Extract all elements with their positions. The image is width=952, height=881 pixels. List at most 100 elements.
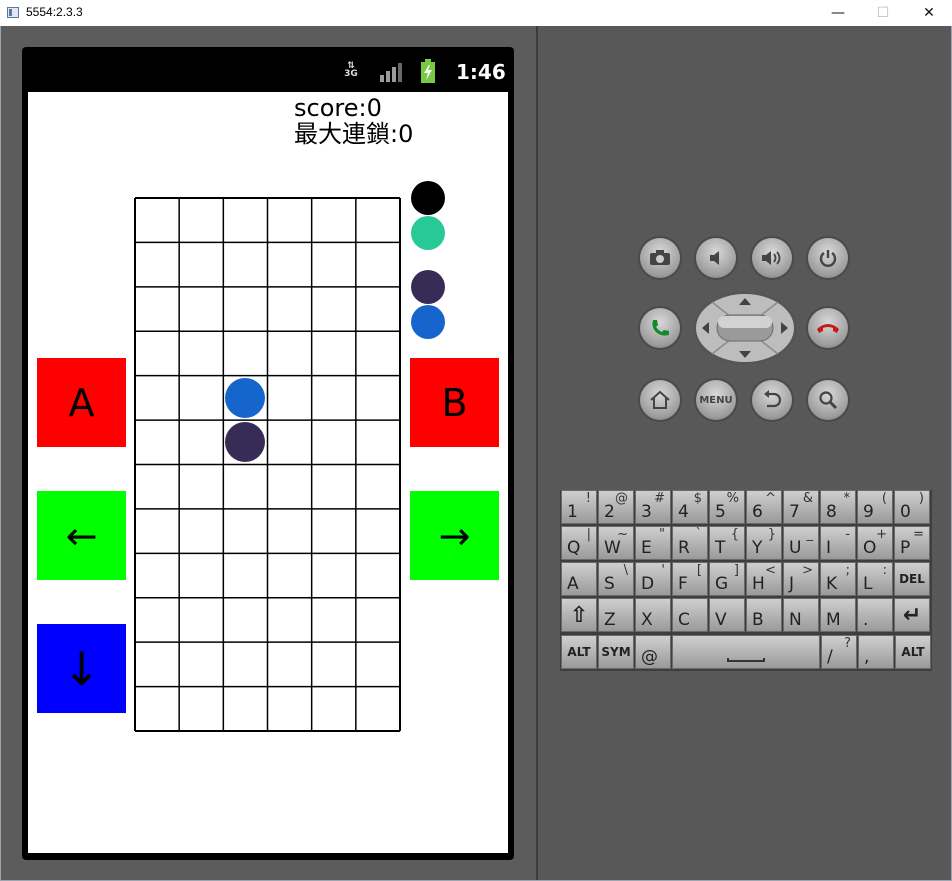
key-label: D: [641, 574, 655, 594]
key-label: A: [567, 574, 579, 594]
key-w[interactable]: W ~: [598, 526, 634, 560]
key-o[interactable]: O +: [857, 526, 893, 560]
key-label: M: [826, 610, 841, 630]
key-i[interactable]: I-: [820, 526, 856, 560]
key-8[interactable]: 8 *: [820, 490, 856, 524]
network-3g-icon: ⇅ 3G: [344, 61, 358, 79]
power-button[interactable]: [808, 238, 848, 278]
key-label: O: [863, 538, 877, 558]
left-arrow-icon: ←: [65, 513, 98, 558]
key-comma[interactable]: ,: [858, 635, 894, 669]
key-0[interactable]: 0): [894, 490, 930, 524]
minimize-button[interactable]: —: [815, 0, 861, 26]
key-symbol: #: [654, 491, 665, 506]
a-button[interactable]: A: [37, 358, 126, 447]
key-l[interactable]: L:: [857, 562, 893, 596]
search-button[interactable]: [808, 380, 848, 420]
key-symbol: @: [615, 491, 628, 506]
key-5[interactable]: 5%: [709, 490, 745, 524]
key-slash[interactable]: /?: [821, 635, 857, 669]
status-time: 1:46: [456, 60, 506, 84]
key-6[interactable]: 6 ^: [746, 490, 782, 524]
key-r[interactable]: R `: [672, 526, 708, 560]
key-x[interactable]: X: [635, 598, 671, 632]
key-symbol: !: [585, 491, 591, 506]
key-alt[interactable]: ALT: [895, 635, 931, 669]
key-n[interactable]: N: [783, 598, 819, 632]
key-2[interactable]: 2 @: [598, 490, 634, 524]
key-label: P: [900, 538, 911, 558]
key-symbol: `: [695, 527, 703, 542]
key-symbol: :: [882, 563, 887, 578]
maximize-button[interactable]: ☐: [860, 0, 906, 26]
key-symbol: ^: [765, 491, 776, 506]
game-screen: score:0 最大連鎖:0 A B ← → ↓: [28, 92, 508, 853]
key-y[interactable]: Y}: [746, 526, 782, 560]
dpad[interactable]: [692, 290, 798, 366]
window-titlebar: 5554:2.3.3 — ☐ ✕: [0, 0, 952, 26]
key-e[interactable]: E ": [635, 526, 671, 560]
drop-down-button[interactable]: ↓: [37, 624, 126, 713]
key-symbol: +: [876, 527, 887, 542]
key-v[interactable]: V: [709, 598, 745, 632]
key-delete[interactable]: DEL: [894, 562, 930, 596]
key-9[interactable]: 9(: [857, 490, 893, 524]
power-icon: [819, 250, 837, 267]
key-symbol: |: [586, 527, 591, 542]
key-z[interactable]: Z: [598, 598, 634, 632]
key-k[interactable]: K;: [820, 562, 856, 596]
key-s[interactable]: S \: [598, 562, 634, 596]
key-h[interactable]: H <: [746, 562, 782, 596]
key-1[interactable]: 1!: [561, 490, 597, 524]
call-button[interactable]: [640, 308, 680, 348]
key-symbol: -: [845, 527, 850, 542]
key-3[interactable]: 3 #: [635, 490, 671, 524]
key-b[interactable]: B: [746, 598, 782, 632]
key-4[interactable]: 4 $: [672, 490, 708, 524]
key-t[interactable]: T{: [709, 526, 745, 560]
key-label: 2: [604, 502, 615, 522]
key-g[interactable]: G]: [709, 562, 745, 596]
key-symbol: ?: [844, 636, 851, 651]
camera-button[interactable]: [640, 238, 680, 278]
home-button[interactable]: [640, 380, 680, 420]
key-space[interactable]: [672, 635, 820, 669]
volume-down-button[interactable]: [696, 238, 736, 278]
key-c[interactable]: C: [672, 598, 708, 632]
close-button[interactable]: ✕: [906, 0, 952, 26]
move-right-button[interactable]: →: [410, 491, 499, 580]
key-symbol: ": [659, 527, 665, 542]
key-alt[interactable]: ALT: [561, 635, 597, 669]
key-d[interactable]: D ': [635, 562, 671, 596]
volume-up-button[interactable]: [752, 238, 792, 278]
key-symbol: $: [693, 491, 702, 506]
key-label: DEL: [899, 572, 925, 586]
key-label: T: [715, 538, 726, 558]
battery-charging-icon: [421, 59, 435, 83]
key-.[interactable]: .: [857, 598, 893, 632]
key-symbol: ]: [733, 563, 739, 578]
back-button[interactable]: [752, 380, 792, 420]
move-left-button[interactable]: ←: [37, 491, 126, 580]
key-symbol: \: [623, 563, 628, 578]
key-j[interactable]: J >: [783, 562, 819, 596]
end-call-button[interactable]: [808, 308, 848, 348]
menu-button[interactable]: MENU: [696, 380, 736, 420]
key-label: K: [826, 574, 838, 594]
key-m[interactable]: M: [820, 598, 856, 632]
key-u[interactable]: U _: [783, 526, 819, 560]
key-a[interactable]: A: [561, 562, 597, 596]
key-label: 8: [826, 502, 837, 522]
key-p[interactable]: P =: [894, 526, 930, 560]
key-sym[interactable]: SYM: [598, 635, 634, 669]
key-f[interactable]: F[: [672, 562, 708, 596]
key-label: ALT: [901, 645, 925, 659]
key-7[interactable]: 7 &: [783, 490, 819, 524]
key-at[interactable]: @: [635, 635, 671, 669]
key-label: L: [863, 574, 873, 594]
key-enter[interactable]: ↵: [894, 598, 930, 632]
key-shift[interactable]: ⇧: [561, 598, 597, 632]
key-label: 6: [752, 502, 763, 522]
key-q[interactable]: Q |: [561, 526, 597, 560]
b-button[interactable]: B: [410, 358, 499, 447]
